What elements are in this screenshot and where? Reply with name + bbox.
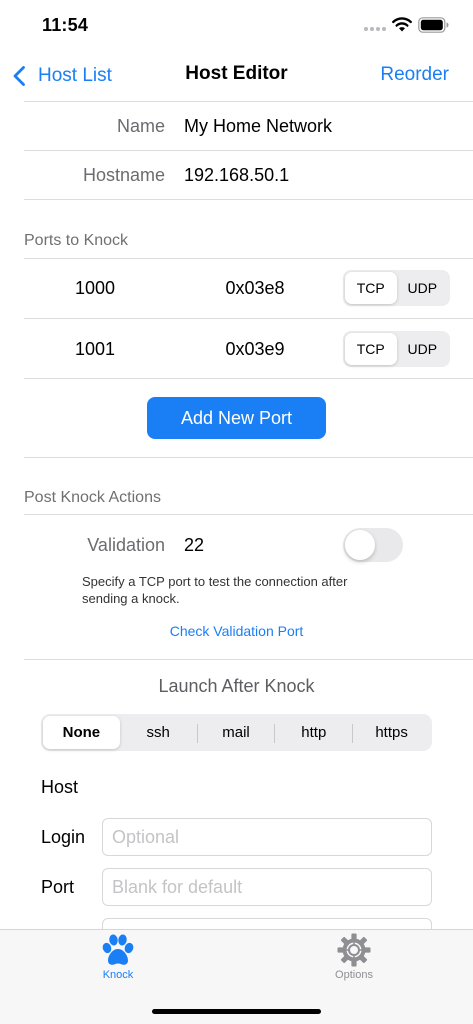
protocol-tcp-option[interactable]: TCP [345,272,397,304]
post-knock-section-header: Post Knock Actions [24,489,161,506]
chevron-left-icon [13,66,25,86]
check-validation-port-link[interactable]: Check Validation Port [0,623,473,639]
protocol-udp-option[interactable]: UDP [397,272,449,304]
divider [24,514,473,515]
port-number: 1000 [74,278,116,298]
tab-knock-label: Knock [102,969,134,981]
divider [24,199,473,200]
back-button[interactable]: Host List [12,61,112,91]
hostname-field[interactable]: 192.168.50.1 [184,165,289,186]
launch-option-mail[interactable]: mail [198,716,275,749]
divider [24,258,473,259]
divider [24,150,473,151]
toggle-knob [345,530,375,560]
tab-knock[interactable]: Knock [58,933,178,989]
back-button-label: Host List [38,65,112,86]
launch-option-ssh[interactable]: ssh [120,716,197,749]
wifi-icon [392,17,412,32]
divider [24,101,473,102]
status-time: 11:54 [42,15,89,35]
signal-dots-icon [364,27,386,33]
tab-options-label: Options [335,969,373,981]
validation-port-field[interactable]: 22 [184,535,204,556]
login-input[interactable] [102,818,432,856]
status-bar: 11:54 [0,0,473,52]
port-hex: 0x03e9 [225,339,285,359]
validation-help-text: Specify a TCP port to test the connectio… [82,574,348,606]
add-port-button[interactable]: Add New Port [147,397,326,439]
host-label: Host [41,777,79,797]
port-label: Port [41,877,75,897]
home-indicator [152,1009,321,1014]
validation-label: Validation [87,535,165,555]
login-label: Login [41,827,86,847]
divider [24,659,473,660]
launch-type-segmented-control: None ssh mail http https [41,714,432,751]
launch-option-http[interactable]: http [275,716,352,749]
protocol-segmented-control: TCP UDP [343,270,450,306]
reorder-button[interactable]: Reorder [380,64,449,86]
ports-section-header: Ports to Knock [24,232,129,249]
validation-toggle[interactable] [343,528,403,562]
protocol-udp-option[interactable]: UDP [397,333,449,365]
protocol-segmented-control: TCP UDP [343,331,450,367]
port-input[interactable] [102,868,432,906]
name-label: Name [116,116,165,136]
tab-options[interactable]: Options [294,933,414,989]
launch-option-none[interactable]: None [43,716,120,749]
launch-after-knock-title: Launch After Knock [158,676,315,696]
port-number: 1001 [74,339,116,359]
divider [24,457,473,458]
launch-option-https[interactable]: https [353,716,430,749]
battery-icon [418,17,449,33]
divider [24,378,473,379]
gear-icon [337,933,371,967]
port-hex: 0x03e8 [225,278,285,298]
divider [24,318,473,319]
hostname-label: Hostname [82,165,165,185]
name-field[interactable]: My Home Network [184,116,332,137]
protocol-tcp-option[interactable]: TCP [345,333,397,365]
paw-icon [102,934,134,965]
